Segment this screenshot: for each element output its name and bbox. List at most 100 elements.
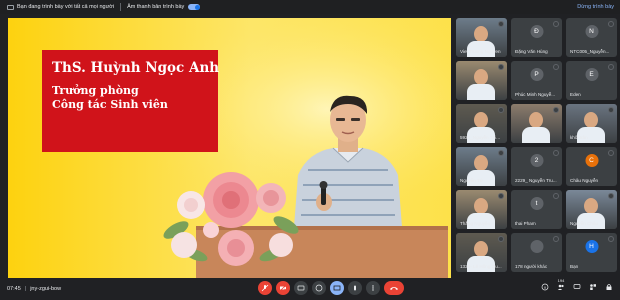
participant-tile[interactable]: 5921_Nguyễn Thi... [456,104,507,143]
participant-tile[interactable] [511,104,562,143]
participant-avatar: C [585,154,598,167]
mic-status-icon [553,193,559,199]
separator: | [24,286,27,292]
speaker-role: Trưởng phòng Công tác Sinh viên [52,84,218,112]
participant-tile[interactable]: t thai Pham [511,190,562,229]
emoji-icon [315,284,323,292]
speaker-role-line2: Công tác Sinh viên [52,98,168,111]
participant-name: Thắng Nguyễn [460,221,491,226]
participant-avatar: N [585,25,598,38]
people-button[interactable]: 194 [556,278,566,292]
host-controls-button[interactable] [604,282,614,292]
participant-tile[interactable]: Viet Truong Nguyen [456,18,507,57]
people-count-badge: 194 [557,278,565,283]
camera-off-button[interactable] [276,281,290,295]
participant-tile[interactable]: Đ Đặng Văn Hùng [511,18,562,57]
participant-tile[interactable]: N NTC005_Nguyễn... [566,18,617,57]
participant-avatar: P [530,68,543,81]
participant-tile[interactable]: 178 người khác [511,233,562,272]
participant-tile[interactable]: khôi trần [566,104,617,143]
call-controls [258,281,404,295]
participant-name: Eden [570,92,581,97]
shapes-icon [590,284,596,290]
participant-figure [529,112,543,128]
participant-name: khôi trần [570,135,588,140]
more-vert-icon [372,285,374,291]
info-icon [541,283,549,291]
participant-tile[interactable]: P Phúc Minh Nguyễ... [511,61,562,100]
mic-status-icon [608,21,614,27]
more-options-button[interactable] [366,281,380,295]
participant-figure [474,241,488,257]
participant-name: Châu Nguyễn [570,178,599,183]
participant-figure [474,198,488,214]
speaker-title-box: ThS. Huỳnh Ngọc Anh Trưởng phòng Công tá… [42,50,220,152]
raise-hand-button[interactable] [348,281,362,295]
participant-name: thai Pham [515,221,536,226]
shared-screen: ThS. Huỳnh Ngọc Anh Trưởng phòng Công tá… [8,18,451,278]
side-controls: 194 [540,278,614,292]
participant-avatar: t [530,197,543,210]
hand-icon [354,285,356,291]
participant-tile[interactable]: H Bạn [566,233,617,272]
chat-button[interactable] [572,282,582,292]
participant-tile[interactable]: Thắng Nguyễn [456,190,507,229]
participant-name: Bạn [570,264,579,269]
speaker-name: ThS. Huỳnh Ngọc Anh [52,60,220,76]
participant-figure [474,69,488,85]
reactions-button[interactable] [312,281,326,295]
participant-name: Viet Truong Nguyen [460,49,501,54]
mic-status-icon [498,21,504,27]
participant-name: Phúc Minh Nguyễ... [515,92,556,97]
participant-body [467,84,495,100]
participant-tile[interactable] [456,61,507,100]
people-icon [557,284,564,290]
meeting-controls-bar: 07:45 | jny-zgui-bow 194 [0,278,620,300]
mic-status-icon [608,236,614,242]
speaker-photo [293,95,403,240]
mic-status-icon [553,236,559,242]
participant-avatar: Đ [530,25,543,38]
mic-status-icon [498,236,504,242]
presentation-audio-label: Âm thanh bản trình bày [127,4,185,10]
mic-status-icon [498,64,504,70]
presenting-bar: Bạn đang trình bày với tất cả mọi người … [0,0,620,14]
participant-figure [584,112,598,128]
participant-figure [474,112,488,128]
participant-tile[interactable]: 1326- Lê Hồng Qu... [456,233,507,272]
meeting-details-button[interactable] [540,282,550,292]
present-icon [333,285,341,291]
mic-status-icon [553,107,559,113]
mic-status-icon [608,64,614,70]
participant-avatar [530,240,543,253]
participant-tile[interactable]: 2 2229_ Nguyễn Tru... [511,147,562,186]
activities-button[interactable] [588,282,598,292]
presenting-status-text: Bạn đang trình bày với tất cả mọi người [17,4,115,10]
flower-bouquet [163,172,299,266]
mic-off-icon [261,284,269,292]
participant-tile[interactable]: Nguyễn Châu [566,190,617,229]
mic-status-icon [498,150,504,156]
meeting-time: 07:45 [7,286,21,292]
participant-avatar: E [585,68,598,81]
participant-figure [584,198,598,214]
participant-figure [474,26,488,42]
mic-off-button[interactable] [258,281,272,295]
participant-name: Nguyễn Tứ [460,178,483,183]
participant-name: NTC005_Nguyễn... [570,49,610,54]
captions-icon [297,285,305,291]
presentation-audio-toggle[interactable] [188,4,201,10]
leave-call-button[interactable] [384,281,404,295]
participant-tile[interactable]: C Châu Nguyễn [566,147,617,186]
stop-presenting-button[interactable]: Dừng trình bày [577,4,614,10]
speaker-role-line1: Trưởng phòng [52,84,139,97]
participant-name: Đặng Văn Hùng [515,49,548,54]
captions-button[interactable] [294,281,308,295]
participant-name: 178 người khác [515,264,548,269]
present-now-button[interactable] [330,281,344,295]
chat-icon [573,284,581,289]
mic-status-icon [608,107,614,113]
mic-status-icon [553,150,559,156]
participant-tile[interactable]: Nguyễn Tứ [456,147,507,186]
participant-tile[interactable]: E Eden [566,61,617,100]
